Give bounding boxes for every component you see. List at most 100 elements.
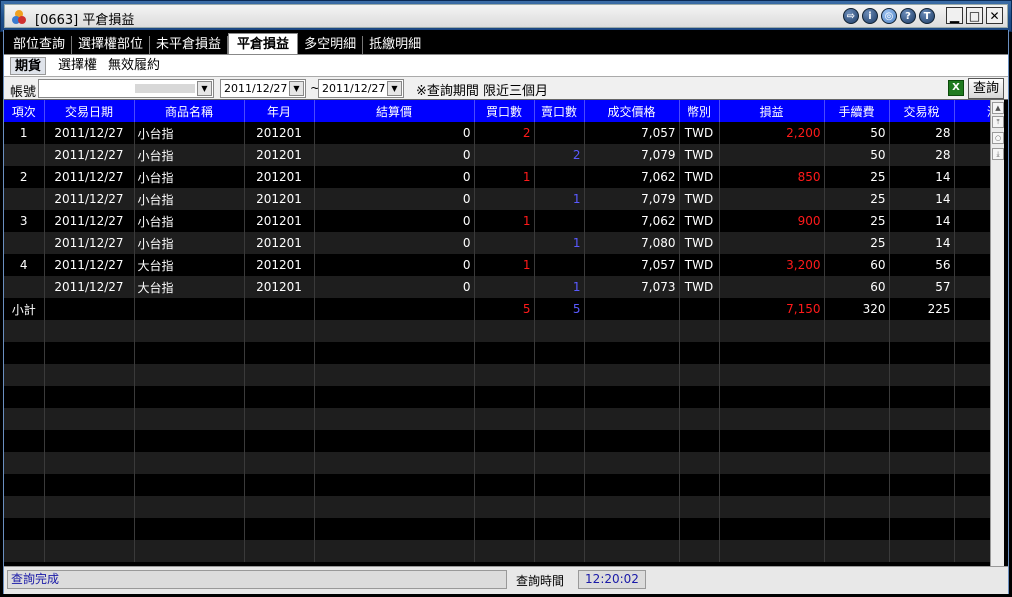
empty-cell bbox=[534, 474, 585, 496]
empty-cell bbox=[534, 496, 585, 518]
empty-cell bbox=[679, 540, 720, 562]
empty-cell bbox=[584, 364, 680, 386]
subtab-futures[interactable]: 期貨 bbox=[10, 57, 47, 75]
table-row[interactable]: 2011/12/27 小台指 201201 0 1 7,079 TWD 25 14 bbox=[4, 188, 990, 210]
scroll-top-icon[interactable]: ⤒ bbox=[992, 116, 1004, 128]
header-col-index[interactable]: 項次 bbox=[4, 100, 45, 122]
cell-tax: 225 bbox=[889, 298, 955, 320]
table-row[interactable]: 12011/12/27小台指20120102 7,057TWD2,20050282… bbox=[4, 122, 990, 144]
scroll-stop-icon[interactable]: ○ bbox=[992, 132, 1004, 144]
header-col-buy-qty[interactable]: 買口數 bbox=[474, 100, 535, 122]
empty-cell bbox=[134, 496, 245, 518]
header-col-settle-price[interactable]: 結算價 bbox=[314, 100, 475, 122]
cell-net-pnl: 2,044 bbox=[954, 122, 990, 144]
scroll-bottom-icon[interactable]: ⤓ bbox=[992, 148, 1004, 160]
empty-cell bbox=[889, 364, 955, 386]
empty-cell bbox=[314, 430, 475, 452]
header-col-fill-price[interactable]: 成交價格 bbox=[584, 100, 680, 122]
subtab-options[interactable]: 選擇權 bbox=[54, 57, 101, 75]
empty-cell bbox=[244, 342, 315, 364]
header-col-fee[interactable]: 手續費 bbox=[824, 100, 890, 122]
cell-pnl bbox=[719, 188, 825, 210]
excel-export-icon[interactable]: X bbox=[948, 80, 964, 96]
cell-trade-date: 2011/12/27 bbox=[44, 276, 135, 298]
cell-index bbox=[4, 188, 45, 210]
query-button[interactable]: 查詢 bbox=[968, 78, 1004, 99]
chevron-down-icon[interactable]: ▼ bbox=[197, 81, 212, 96]
cell-tax: 28 bbox=[889, 144, 955, 166]
header-col-month[interactable]: 年月 bbox=[244, 100, 315, 122]
empty-cell bbox=[4, 496, 45, 518]
info-icon[interactable]: i bbox=[862, 7, 878, 24]
header-col-trade-date[interactable]: 交易日期 bbox=[44, 100, 135, 122]
empty-cell bbox=[534, 342, 585, 364]
tab-long-short-detail[interactable]: 多空明細 bbox=[298, 36, 364, 54]
header-col-currency[interactable]: 幣別 bbox=[679, 100, 720, 122]
table-row[interactable]: 22011/12/27小台指20120101 7,062TWD8502514772 bbox=[4, 166, 990, 188]
table-header-row: 項次交易日期商品名稱年月結算價買口數賣口數成交價格幣別損益手續費交易稅淨損益 bbox=[4, 100, 990, 122]
query-time-label: 查詢時間 bbox=[516, 574, 565, 588]
tab-realized-pnl[interactable]: 平倉損益 bbox=[228, 33, 299, 54]
table-row[interactable]: 32011/12/27小台指20120101 7,062TWD9002514822 bbox=[4, 210, 990, 232]
table-row[interactable]: 42011/12/27大台指20120101 7,057TWD3,20060562… bbox=[4, 254, 990, 276]
cell-product bbox=[134, 298, 245, 320]
subtotal-row[interactable]: 小計 55 7,1503202256,605 bbox=[4, 298, 990, 320]
cell-fee: 25 bbox=[824, 232, 890, 254]
cell-fee: 25 bbox=[824, 210, 890, 232]
table-row[interactable]: 2011/12/27 小台指 201201 0 2 7,079 TWD 50 28 bbox=[4, 144, 990, 166]
table-row[interactable]: 2011/12/27 小台指 201201 0 1 7,080 TWD 25 14 bbox=[4, 232, 990, 254]
empty-cell bbox=[134, 386, 245, 408]
account-select[interactable]: ▼ bbox=[38, 79, 214, 98]
empty-cell bbox=[824, 474, 890, 496]
header-col-sell-qty[interactable]: 賣口數 bbox=[534, 100, 585, 122]
cell-fee: 320 bbox=[824, 298, 890, 320]
tab-unrealized-pnl[interactable]: 未平倉損益 bbox=[150, 36, 229, 54]
empty-cell bbox=[314, 342, 475, 364]
empty-cell bbox=[4, 320, 45, 342]
header-col-product[interactable]: 商品名稱 bbox=[134, 100, 245, 122]
empty-cell bbox=[719, 452, 825, 474]
cell-net-pnl: 822 bbox=[954, 210, 990, 232]
text-icon[interactable]: T bbox=[919, 7, 935, 24]
tab-collateral-detail[interactable]: 抵繳明細 bbox=[363, 36, 427, 54]
subtab-invalid-exercise[interactable]: 無效履約 bbox=[104, 57, 164, 75]
empty-cell bbox=[719, 342, 825, 364]
empty-cell bbox=[4, 342, 45, 364]
minimize-button[interactable]: ▁ bbox=[946, 7, 963, 24]
header-col-pnl[interactable]: 損益 bbox=[719, 100, 825, 122]
empty-cell bbox=[134, 452, 245, 474]
web-icon[interactable]: ◎ bbox=[881, 7, 897, 24]
empty-cell bbox=[824, 320, 890, 342]
vertical-scrollbar[interactable]: ▲ ⤒ ○ ⤓ ▼ bbox=[990, 100, 1004, 592]
empty-cell bbox=[474, 364, 535, 386]
date-to-select[interactable]: 2011/12/27 ▼ bbox=[318, 79, 404, 98]
cell-pnl bbox=[719, 144, 825, 166]
chat-icon[interactable]: ⇨ bbox=[843, 7, 859, 24]
empty-cell bbox=[474, 320, 535, 342]
tab-position-query[interactable]: 部位查詢 bbox=[7, 36, 73, 54]
tab-option-position[interactable]: 選擇權部位 bbox=[72, 36, 151, 54]
chevron-down-icon[interactable]: ▼ bbox=[289, 81, 304, 96]
help-icon[interactable]: ? bbox=[900, 7, 916, 24]
scroll-up-icon[interactable]: ▲ bbox=[992, 102, 1004, 114]
cell-currency: TWD bbox=[679, 210, 720, 232]
header-col-net-pnl[interactable]: 淨損益 bbox=[954, 100, 990, 122]
empty-cell bbox=[534, 452, 585, 474]
empty-cell bbox=[314, 496, 475, 518]
chevron-down-icon[interactable]: ▼ bbox=[387, 81, 402, 96]
close-button[interactable]: ✕ bbox=[986, 7, 1003, 24]
table-row[interactable]: 2011/12/27 大台指 201201 0 1 7,073 TWD 60 57 bbox=[4, 276, 990, 298]
date-from-select[interactable]: 2011/12/27 ▼ bbox=[220, 79, 306, 98]
empty-cell bbox=[824, 364, 890, 386]
empty-cell bbox=[44, 430, 135, 452]
cell-product: 小台指 bbox=[134, 144, 245, 166]
cell-net-pnl bbox=[954, 276, 990, 298]
table-body: 1 2011/12/27 小台指 201201 0 2 7,057 TWD 2,200 50 28 2… bbox=[4, 122, 990, 562]
empty-cell bbox=[474, 430, 535, 452]
cell-pnl: 900 bbox=[719, 210, 825, 232]
maximize-button[interactable]: □ bbox=[966, 7, 983, 24]
empty-cell bbox=[719, 408, 825, 430]
empty-cell bbox=[679, 474, 720, 496]
cell-month: 201201 bbox=[244, 276, 315, 298]
header-col-tax[interactable]: 交易稅 bbox=[889, 100, 955, 122]
